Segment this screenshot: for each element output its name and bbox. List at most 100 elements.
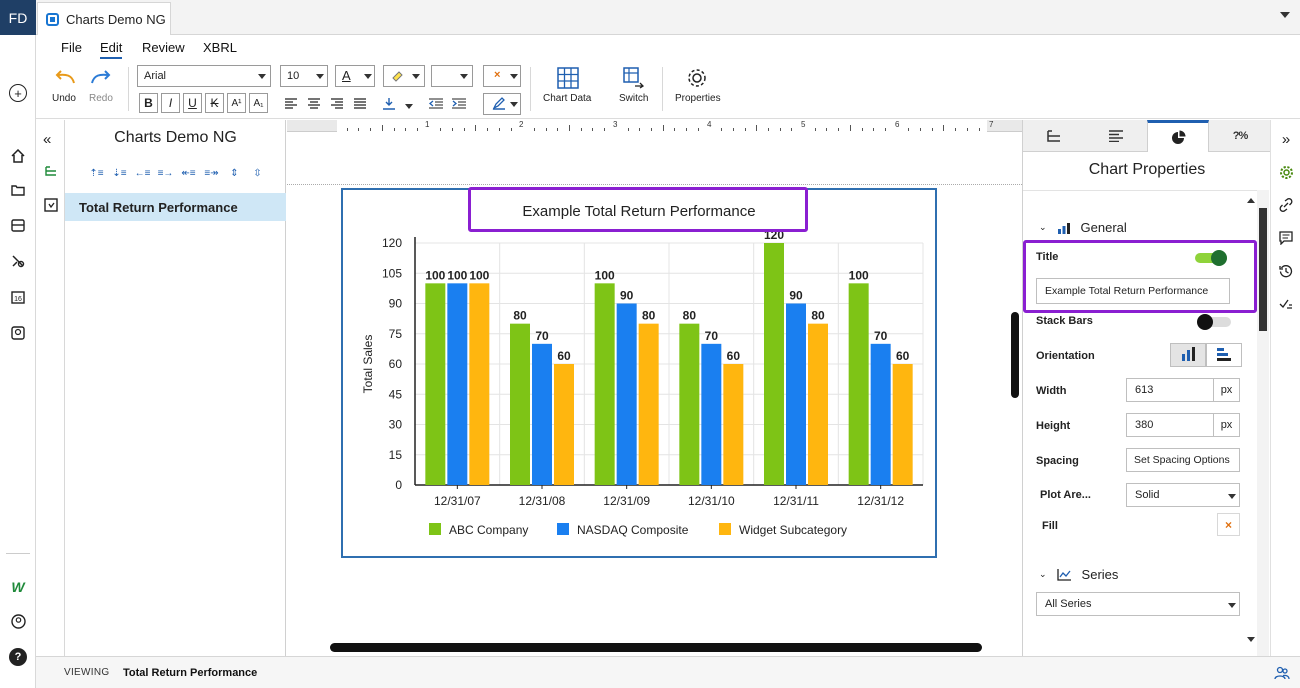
outdent-section-icon[interactable]: ←≡ <box>134 166 151 180</box>
chart-data-button[interactable]: Chart Data <box>543 93 591 104</box>
switch-icon[interactable] <box>623 67 645 92</box>
bar <box>510 323 530 485</box>
tab-outline-icon[interactable] <box>1023 120 1085 152</box>
scroll-down-icon[interactable] <box>1247 637 1255 642</box>
font-family-select[interactable]: Arial <box>137 65 271 87</box>
series-section-header[interactable]: ⌄ Series <box>1039 567 1118 582</box>
bar <box>870 343 891 485</box>
scroll-up-icon[interactable] <box>1247 198 1255 203</box>
chevron-down-icon[interactable] <box>412 74 420 79</box>
underline-button[interactable]: U <box>183 93 202 113</box>
chevron-down-icon[interactable] <box>316 74 324 79</box>
bar-chart[interactable]: Example Total Return Performance01530456… <box>343 190 935 556</box>
chevron-down-icon[interactable] <box>1228 603 1236 608</box>
separator <box>530 67 531 111</box>
title-toggle[interactable] <box>1195 250 1227 266</box>
tab-xbrl-icon[interactable]: ?% <box>1209 120 1271 152</box>
chevron-down-icon[interactable] <box>510 102 518 107</box>
collapse-left-icon[interactable]: « <box>43 131 51 148</box>
chevron-down-icon: ⌄ <box>1039 569 1047 579</box>
chevron-down-icon[interactable] <box>1228 494 1236 499</box>
demote-icon[interactable]: ≡↠ <box>203 166 220 180</box>
align-left-icon[interactable] <box>284 98 298 113</box>
chevron-down-icon[interactable] <box>258 74 266 79</box>
italic-button[interactable]: I <box>161 93 180 113</box>
indent-icon[interactable] <box>451 98 467 113</box>
link-icon[interactable] <box>1278 197 1294 213</box>
chevron-down-icon[interactable] <box>510 74 518 79</box>
stack-bars-toggle[interactable] <box>1197 314 1231 330</box>
chart-frame[interactable]: Example Total Return Performance 0 15 30 45 6… <box>341 188 937 558</box>
history-icon[interactable] <box>1278 263 1294 279</box>
chart-data-icon[interactable] <box>557 67 579 92</box>
outline-tree-icon[interactable] <box>44 165 58 182</box>
outline-item-total-return-performance[interactable]: Total Return Performance <box>65 193 286 221</box>
set-spacing-options-button[interactable]: Set Spacing Options <box>1126 448 1240 472</box>
note-heart-icon[interactable] <box>44 198 58 215</box>
ruler-tick <box>452 128 453 131</box>
vertical-scrollbar[interactable] <box>1011 312 1019 398</box>
menu-edit[interactable]: Edit <box>100 40 123 59</box>
align-center-icon[interactable] <box>307 98 321 113</box>
switch-button[interactable]: Switch <box>619 93 648 104</box>
tasks-icon[interactable] <box>1278 296 1294 312</box>
app-logo[interactable]: FD <box>0 0 36 35</box>
orientation-horizontal-button[interactable] <box>1206 343 1242 367</box>
chevron-down-icon[interactable] <box>364 74 372 79</box>
expand-all-icon[interactable]: ⇕ <box>226 166 243 180</box>
height-input[interactable]: 380 <box>1126 413 1214 437</box>
tab-chart-icon[interactable] <box>1147 120 1209 152</box>
horizontal-scrollbar[interactable] <box>330 643 982 652</box>
justify-icon[interactable] <box>353 98 367 113</box>
orientation-vertical-button[interactable] <box>1170 343 1206 367</box>
expand-right-icon[interactable]: » <box>1278 131 1294 148</box>
move-down-icon[interactable]: ⇣≡ <box>111 166 128 180</box>
chevron-down-icon[interactable] <box>405 104 413 109</box>
workiva-icon[interactable]: W <box>9 578 27 596</box>
bold-button[interactable]: B <box>139 93 158 113</box>
add-icon[interactable]: + <box>9 84 27 102</box>
document-canvas[interactable]: 1234567 Example Total Return Performance… <box>287 120 1022 656</box>
move-up-icon[interactable]: ⇡≡ <box>88 166 105 180</box>
general-section-header[interactable]: ⌄ General <box>1039 220 1127 235</box>
properties-button[interactable]: Properties <box>675 93 721 104</box>
redo-icon[interactable] <box>90 69 112 88</box>
strikethrough-button[interactable]: K <box>205 93 224 113</box>
gear-icon[interactable] <box>686 67 708 92</box>
title-text-input[interactable]: Example Total Return Performance <box>1036 278 1230 304</box>
subscript-button[interactable]: A₁ <box>249 93 268 113</box>
tools-icon[interactable] <box>9 252 27 270</box>
undo-button[interactable]: Undo <box>52 93 76 104</box>
tab-text-icon[interactable] <box>1085 120 1147 152</box>
properties-scrollbar-thumb[interactable] <box>1259 208 1267 331</box>
superscript-button[interactable]: A¹ <box>227 93 246 113</box>
vertical-align-icon[interactable] <box>382 97 396 114</box>
user-icon[interactable] <box>9 612 27 630</box>
menu-file[interactable]: File <box>61 40 82 55</box>
width-input[interactable]: 613 <box>1126 378 1214 402</box>
align-right-icon[interactable] <box>330 98 344 113</box>
fill-color-button[interactable]: × <box>1217 513 1240 536</box>
folder-icon[interactable] <box>9 181 27 199</box>
promote-icon[interactable]: ↞≡ <box>180 166 197 180</box>
indent-section-icon[interactable]: ≡→ <box>157 166 174 180</box>
archive-icon[interactable] <box>9 216 27 234</box>
outdent-icon[interactable] <box>428 98 444 113</box>
calendar-icon[interactable]: 16 <box>9 288 27 306</box>
menu-review[interactable]: Review <box>142 40 185 55</box>
collapse-all-icon[interactable]: ⇳ <box>249 166 266 180</box>
document-tab[interactable]: Charts Demo NG <box>37 2 171 35</box>
redo-button[interactable]: Redo <box>89 93 113 104</box>
help-icon[interactable]: ? <box>9 648 27 666</box>
undo-icon[interactable] <box>54 69 76 88</box>
settings-gear-icon[interactable] <box>1278 164 1294 180</box>
plot-area-select[interactable]: Solid <box>1126 483 1240 507</box>
comment-icon[interactable] <box>1278 230 1294 246</box>
chevron-down-icon[interactable] <box>460 74 468 79</box>
menu-xbrl[interactable]: XBRL <box>203 40 237 55</box>
chevron-down-icon[interactable] <box>1280 12 1290 18</box>
collaborators-icon[interactable] <box>1274 665 1290 684</box>
series-select[interactable]: All Series <box>1036 592 1240 616</box>
badge-icon[interactable] <box>9 324 27 342</box>
home-icon[interactable] <box>9 147 27 165</box>
